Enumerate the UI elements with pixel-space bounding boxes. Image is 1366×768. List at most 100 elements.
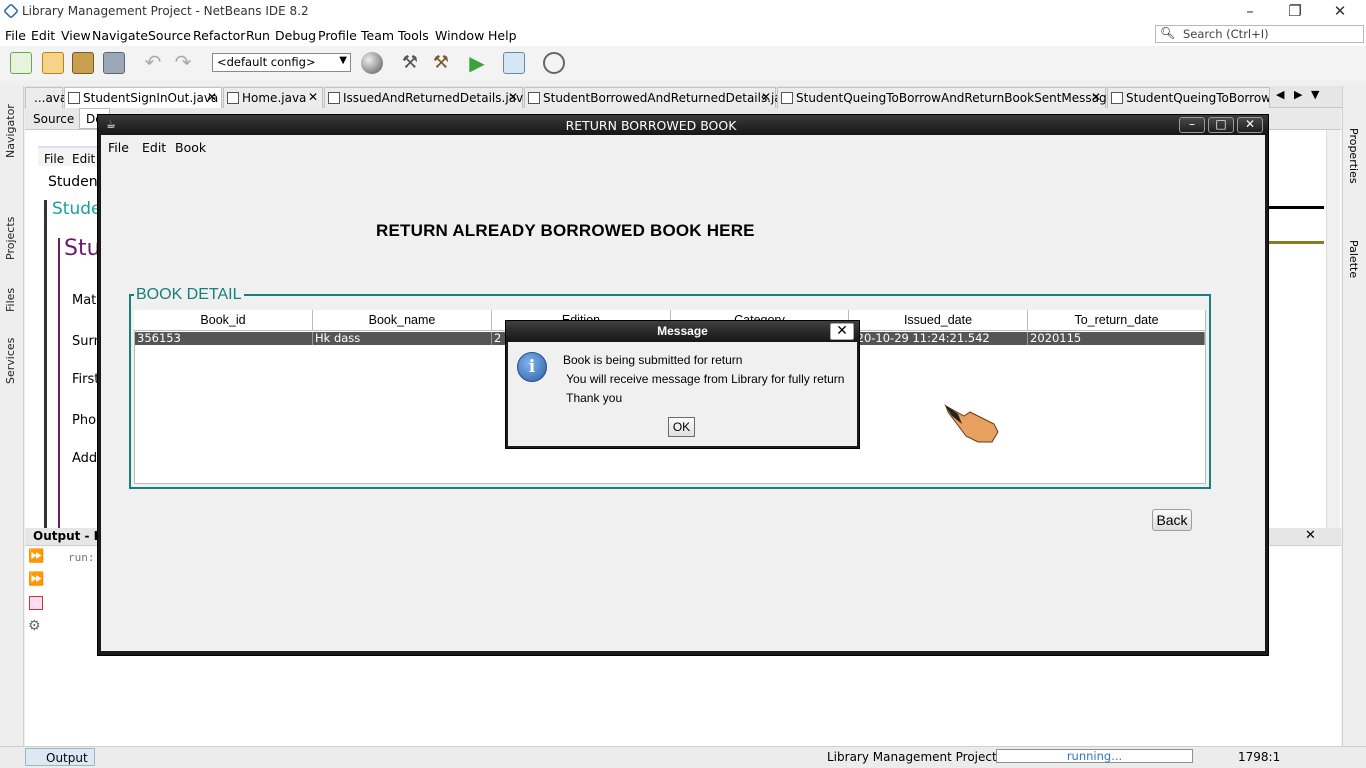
app-menu-book[interactable]: Book [175, 140, 206, 155]
files-tab[interactable]: Files [4, 288, 17, 312]
menu-refactor[interactable]: Refactor [193, 28, 245, 43]
tab-label: StudentSignInOut.java [83, 91, 219, 105]
rerun-config-icon[interactable]: ⏩ [28, 572, 44, 587]
config-select[interactable]: <default config> ▼ [212, 53, 351, 72]
tab-student-queing-borrow[interactable]: StudentQueingToBorrowAn... [1107, 87, 1270, 108]
bg-text: Stude [52, 199, 102, 219]
menu-window[interactable]: Window [435, 28, 484, 43]
menu-tools[interactable]: Tools [398, 28, 429, 43]
column-header-issued-date[interactable]: Issued_date [849, 310, 1028, 331]
close-icon[interactable]: ✕ [308, 90, 318, 104]
tab-home[interactable]: Home.java ✕ [223, 87, 323, 108]
info-icon: i [517, 352, 547, 382]
debug-icon[interactable] [503, 52, 525, 74]
column-header-book-name[interactable]: Book_name [313, 310, 492, 331]
tab-student-borrowed-returned[interactable]: StudentBorrowedAndReturnedDetails.java ✕ [524, 87, 796, 108]
right-side-bar [1342, 86, 1366, 746]
close-icon[interactable]: ✕ [761, 90, 771, 104]
open-project-icon[interactable] [72, 52, 94, 74]
bg-line [1268, 241, 1324, 244]
netbeans-logo-icon [3, 3, 19, 19]
dialog-close-icon[interactable]: ✕ [830, 323, 854, 340]
stop-icon[interactable] [29, 596, 43, 610]
ok-button[interactable]: OK [668, 417, 695, 437]
output-run-text: run: [68, 551, 95, 564]
bg-border [58, 238, 60, 528]
editor-scrollbar[interactable] [1326, 130, 1340, 528]
app-minimize-icon[interactable]: – [1179, 117, 1205, 133]
java-file-icon [227, 92, 239, 104]
palette-tab[interactable]: Palette [1347, 240, 1360, 278]
menu-file[interactable]: File [5, 28, 26, 43]
progress-bar[interactable]: running... [996, 749, 1193, 763]
menu-run[interactable]: Run [246, 28, 270, 43]
java-file-icon [328, 92, 340, 104]
tab-issued-and-returned[interactable]: IssuedAndReturnedDetails.java ✕ [324, 87, 530, 108]
app-maximize-icon[interactable]: □ [1208, 117, 1234, 133]
minimize-icon[interactable]: – [1228, 2, 1272, 22]
bg-menu-edit: Edit [72, 152, 96, 166]
menu-profile[interactable]: Profile [318, 28, 357, 43]
config-value: <default config> [217, 55, 316, 69]
profile-icon[interactable] [543, 52, 565, 74]
bg-text: Stu [64, 236, 101, 261]
menu-edit[interactable]: Edit [31, 28, 55, 43]
save-all-icon[interactable] [103, 52, 125, 74]
navigator-tab[interactable]: Navigator [4, 104, 17, 158]
new-project-icon[interactable] [42, 52, 64, 74]
tabs-list-icon[interactable]: ▼ [1311, 88, 1319, 101]
rerun-icon[interactable]: ⏩ [28, 549, 44, 564]
close-icon[interactable]: ✕ [1305, 528, 1316, 543]
close-icon[interactable]: ✕ [1318, 2, 1362, 22]
table-cell[interactable]: 356153 [135, 332, 313, 345]
close-icon[interactable]: ✕ [508, 90, 518, 104]
properties-tab[interactable]: Properties [1347, 128, 1360, 184]
source-tab[interactable]: Source [33, 112, 74, 126]
menu-debug[interactable]: Debug [275, 28, 316, 43]
table-cell[interactable]: 2020-10-29 11:24:21.542 [849, 332, 1028, 345]
column-header-book-id[interactable]: Book_id [134, 310, 313, 331]
ide-toolbar [0, 46, 1366, 80]
close-icon[interactable]: ✕ [1091, 90, 1101, 104]
app-menu-file[interactable]: File [108, 140, 129, 155]
menu-team[interactable]: Team [361, 28, 394, 43]
run-icon[interactable]: ▶ [466, 52, 488, 74]
new-file-icon[interactable] [10, 52, 32, 74]
menu-navigate[interactable]: Navigate [92, 28, 148, 43]
bg-menu-file: File [44, 152, 65, 166]
menu-view[interactable]: View [61, 28, 91, 43]
tab-student-queing-sent-message[interactable]: StudentQueingToBorrowAndReturnBookSentMe… [777, 87, 1143, 108]
table-cell[interactable]: Hk dass [313, 332, 492, 345]
tab-overflow[interactable]: ...ava [25, 87, 67, 108]
back-button[interactable]: Back [1152, 509, 1192, 531]
tab-label: IssuedAndReturnedDetails.java [343, 91, 531, 105]
table-cell[interactable]: 2020115 [1028, 332, 1205, 345]
bg-text: First [72, 372, 100, 387]
bg-line [1268, 206, 1324, 209]
menu-source[interactable]: Source [148, 28, 191, 43]
projects-tab[interactable]: Projects [4, 217, 17, 260]
dialog-message-line: Book is being submitted for return [563, 353, 743, 367]
restore-icon[interactable]: ❐ [1273, 2, 1317, 22]
app-menu-edit[interactable]: Edit [142, 140, 166, 155]
clean-build-icon[interactable]: ⚒ [430, 52, 452, 74]
search-placeholder: Search (Ctrl+I) [1183, 27, 1269, 41]
search-input[interactable]: 🔍︎ Search (Ctrl+I) [1155, 25, 1364, 43]
globe-icon[interactable] [361, 52, 383, 74]
build-hammer-icon[interactable]: ⚒ [399, 52, 421, 74]
close-icon[interactable]: ✕ [207, 90, 217, 104]
services-tab[interactable]: Services [4, 338, 17, 384]
tab-label: StudentQueingToBorrowAn... [1126, 91, 1269, 105]
settings-icon[interactable]: ⚙ [28, 618, 41, 634]
dialog-message-line: Thank you [563, 391, 623, 405]
app-title: RETURN BORROWED BOOK [565, 118, 737, 133]
output-bottom-tab[interactable]: Output [25, 748, 95, 766]
tab-student-sign-in-out[interactable]: StudentSignInOut.java ✕ [64, 87, 222, 108]
column-header-to-return-date[interactable]: To_return_date [1028, 310, 1206, 331]
undo-icon[interactable]: ↶ [142, 52, 164, 74]
menu-help[interactable]: Help [488, 28, 517, 43]
tabs-scroll-right-icon[interactable]: ▶ [1294, 88, 1302, 101]
redo-icon[interactable]: ↷ [172, 52, 194, 74]
app-close-icon[interactable]: ✕ [1237, 117, 1263, 133]
tabs-scroll-left-icon[interactable]: ◀ [1276, 88, 1284, 101]
